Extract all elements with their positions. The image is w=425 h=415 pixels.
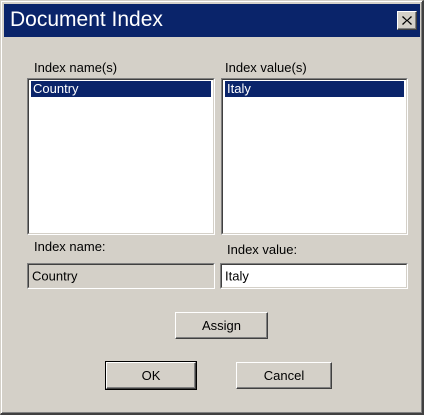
index-names-label: Index name(s) bbox=[34, 60, 118, 75]
close-icon bbox=[402, 16, 412, 25]
document-index-dialog: Document Index Index name(s) Country Ind… bbox=[0, 0, 424, 415]
ok-button[interactable]: OK bbox=[105, 361, 197, 390]
title-bar[interactable]: Document Index bbox=[4, 4, 420, 37]
index-values-label: Index value(s) bbox=[225, 60, 307, 75]
list-item[interactable]: Italy bbox=[225, 81, 404, 97]
index-names-listbox[interactable]: Country bbox=[27, 78, 215, 235]
index-name-label: Index name: bbox=[34, 239, 106, 254]
index-value-text[interactable]: Italy bbox=[225, 269, 249, 284]
index-value-input[interactable]: Italy bbox=[220, 263, 408, 289]
close-button[interactable] bbox=[397, 11, 417, 30]
index-value-label: Index value: bbox=[227, 242, 298, 257]
window-title: Document Index bbox=[10, 8, 163, 31]
assign-button[interactable]: Assign bbox=[175, 312, 268, 339]
index-name-field: Country bbox=[27, 263, 215, 289]
cancel-button[interactable]: Cancel bbox=[236, 362, 332, 389]
index-name-value: Country bbox=[32, 268, 78, 284]
index-values-listbox[interactable]: Italy bbox=[221, 78, 408, 235]
list-item[interactable]: Country bbox=[31, 81, 211, 97]
